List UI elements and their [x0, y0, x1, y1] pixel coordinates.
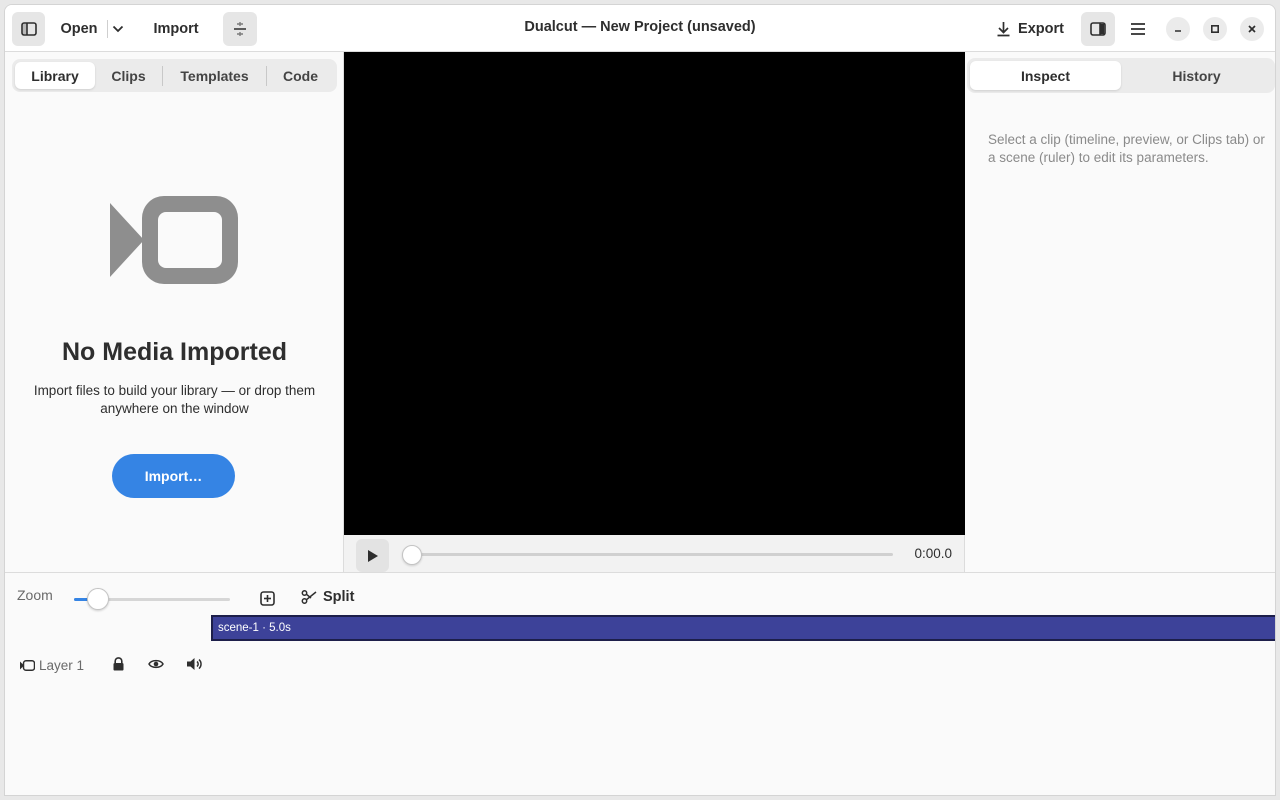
video-preview[interactable] — [344, 52, 965, 535]
zoom-fit-icon — [259, 590, 275, 606]
split-button[interactable]: Split — [301, 584, 354, 610]
video-camera-icon — [110, 196, 238, 284]
scissors-icon — [301, 590, 317, 604]
inspector-hint: Select a clip (timeline, preview, or Cli… — [988, 132, 1265, 165]
header-bar: Open Import Dualcut — New Project (unsav… — [5, 5, 1275, 52]
layer-lock-button[interactable] — [107, 653, 129, 675]
tab-clips[interactable]: Clips — [95, 62, 162, 89]
import-media-label: Import… — [144, 468, 203, 484]
tab-templates[interactable]: Templates — [163, 62, 266, 89]
play-icon — [367, 549, 378, 562]
export-button[interactable]: Export — [991, 12, 1069, 46]
close-button[interactable] — [1240, 17, 1264, 41]
right-tab-bar: Inspect History — [967, 58, 1275, 93]
scene-label: scene-1 · 5.0s — [218, 622, 291, 634]
playback-time: 0:00.0 — [914, 546, 952, 561]
tab-clips-label: Clips — [111, 67, 146, 84]
inspector-panel: Inspect History Select a clip (timeline,… — [965, 52, 1275, 572]
zoom-slider-handle[interactable] — [87, 588, 109, 610]
tab-templates-label: Templates — [180, 67, 249, 84]
timeline-panel: Zoom Split scene-1 · 5.0s Layer 1 — [5, 572, 1275, 795]
zoom-to-fit-button[interactable] — [257, 588, 277, 608]
play-button[interactable] — [356, 539, 389, 572]
horizontal-split-icon — [234, 22, 246, 36]
import-button[interactable]: Import — [143, 12, 209, 46]
maximize-icon — [1210, 24, 1220, 34]
tab-library[interactable]: Library — [15, 62, 95, 89]
seek-bar[interactable] — [410, 553, 893, 556]
chevron-down-icon — [112, 25, 124, 33]
minimize-icon — [1175, 30, 1181, 32]
library-panel: Library Clips Templates Code No Media Im… — [5, 52, 344, 572]
import-label: Import — [153, 21, 199, 37]
tab-history[interactable]: History — [1121, 61, 1272, 90]
layer-name: Layer 1 — [39, 657, 85, 673]
tab-inspect-label: Inspect — [1020, 67, 1070, 84]
playback-controls: 0:00.0 — [344, 535, 965, 573]
seek-handle[interactable] — [402, 545, 422, 565]
speaker-icon — [186, 658, 202, 670]
import-media-button[interactable]: Import… — [112, 454, 235, 498]
tab-code[interactable]: Code — [267, 62, 334, 89]
left-tab-bar: Library Clips Templates Code — [12, 59, 337, 92]
camera-layer-icon — [20, 659, 35, 671]
tab-inspect[interactable]: Inspect — [970, 61, 1121, 90]
inspector-toggle-button[interactable] — [1081, 12, 1115, 46]
download-icon — [997, 22, 1010, 37]
timeline-toggle-button[interactable] — [223, 12, 257, 46]
tab-library-label: Library — [31, 67, 79, 84]
eye-icon — [148, 659, 164, 669]
tab-code-label: Code — [283, 67, 318, 84]
open-recent-dropdown[interactable] — [109, 12, 127, 46]
empty-state-description: Import files to build your library — or … — [33, 383, 316, 416]
split-label: Split — [323, 589, 355, 605]
export-label: Export — [1018, 21, 1064, 37]
lock-icon — [113, 657, 123, 671]
scene-ruler-segment[interactable]: scene-1 · 5.0s — [211, 615, 1275, 641]
main-menu-button[interactable] — [1121, 12, 1155, 46]
zoom-label: Zoom — [17, 587, 53, 603]
layer-visibility-button[interactable] — [145, 653, 167, 675]
layer-header[interactable]: Layer 1 — [20, 654, 84, 676]
maximize-button[interactable] — [1203, 17, 1227, 41]
layer-audio-button[interactable] — [183, 653, 205, 675]
sidebar-toggle-button[interactable] — [12, 12, 45, 46]
app-window: Open Import Dualcut — New Project (unsav… — [4, 4, 1276, 796]
close-icon — [1248, 25, 1256, 33]
sidebar-icon — [20, 22, 37, 36]
minimize-button[interactable] — [1166, 17, 1190, 41]
hamburger-icon — [1131, 23, 1145, 35]
open-divider — [107, 20, 108, 38]
right-sidebar-icon — [1090, 22, 1106, 36]
open-label: Open — [60, 21, 98, 37]
empty-state-title: No Media Imported — [61, 338, 287, 366]
tab-history-label: History — [1172, 67, 1221, 84]
open-button[interactable]: Open — [53, 12, 105, 46]
